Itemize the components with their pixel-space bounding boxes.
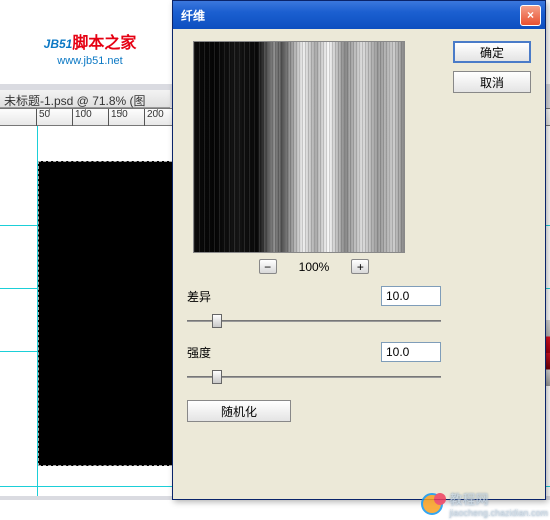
strength-label: 强度 xyxy=(187,344,217,361)
fibers-dialog: 纤维 × − 100% + 差异 xyxy=(172,0,546,500)
ok-label: 确定 xyxy=(480,46,504,60)
watermark-logo: JB51脚本之家 xyxy=(44,23,137,55)
watermark-url: www.jb51.net xyxy=(57,55,122,67)
plus-icon: + xyxy=(357,261,364,273)
ok-button[interactable]: 确定 xyxy=(453,41,531,63)
dialog-right-column: 确定 取消 xyxy=(453,41,531,422)
document-title-tab[interactable]: 未标题-1.psd @ 71.8% (图 xyxy=(0,90,170,108)
slider-thumb[interactable] xyxy=(212,314,222,328)
zoom-out-button[interactable]: − xyxy=(259,259,277,274)
zoom-controls: − 100% + xyxy=(187,259,441,274)
dialog-titlebar[interactable]: 纤维 × xyxy=(173,1,545,29)
strength-group: 强度 xyxy=(187,342,441,386)
randomize-label: 随机化 xyxy=(221,405,257,419)
dialog-title: 纤维 xyxy=(177,7,520,24)
slider-track xyxy=(187,376,441,378)
slider-track xyxy=(187,320,441,322)
slider-thumb[interactable] xyxy=(212,370,222,384)
variance-slider[interactable] xyxy=(187,312,441,330)
zoom-value: 100% xyxy=(299,260,330,274)
filter-preview[interactable] xyxy=(193,41,405,253)
close-button[interactable]: × xyxy=(520,5,541,26)
watermark-logo-right: 脚本之家 xyxy=(72,35,136,52)
variance-group: 差异 xyxy=(187,286,441,330)
cancel-label: 取消 xyxy=(480,76,504,90)
strength-slider[interactable] xyxy=(187,368,441,386)
dialog-body: − 100% + 差异 强度 xyxy=(173,29,545,434)
ruler-tick: 150 xyxy=(108,109,128,127)
document-title-text: 未标题-1.psd @ 71.8% (图 xyxy=(4,94,146,108)
strength-input[interactable] xyxy=(381,342,441,362)
cancel-button[interactable]: 取消 xyxy=(453,71,531,93)
randomize-button[interactable]: 随机化 xyxy=(187,400,291,422)
variance-label: 差异 xyxy=(187,288,217,305)
minus-icon: − xyxy=(264,261,271,273)
ruler-tick: 200 xyxy=(144,109,164,127)
watermark-logo-left: JB51 xyxy=(44,37,73,51)
watermark-jb51: JB51脚本之家 www.jb51.net xyxy=(0,0,180,90)
close-icon: × xyxy=(527,8,534,22)
dialog-left-column: − 100% + 差异 强度 xyxy=(187,41,441,422)
ruler-tick: 100 xyxy=(72,109,92,127)
zoom-in-button[interactable]: + xyxy=(351,259,369,274)
variance-input[interactable] xyxy=(381,286,441,306)
watermark2-sub: jiaocheng.chazidian.com xyxy=(449,508,548,518)
ruler-tick: 50 xyxy=(36,109,50,127)
